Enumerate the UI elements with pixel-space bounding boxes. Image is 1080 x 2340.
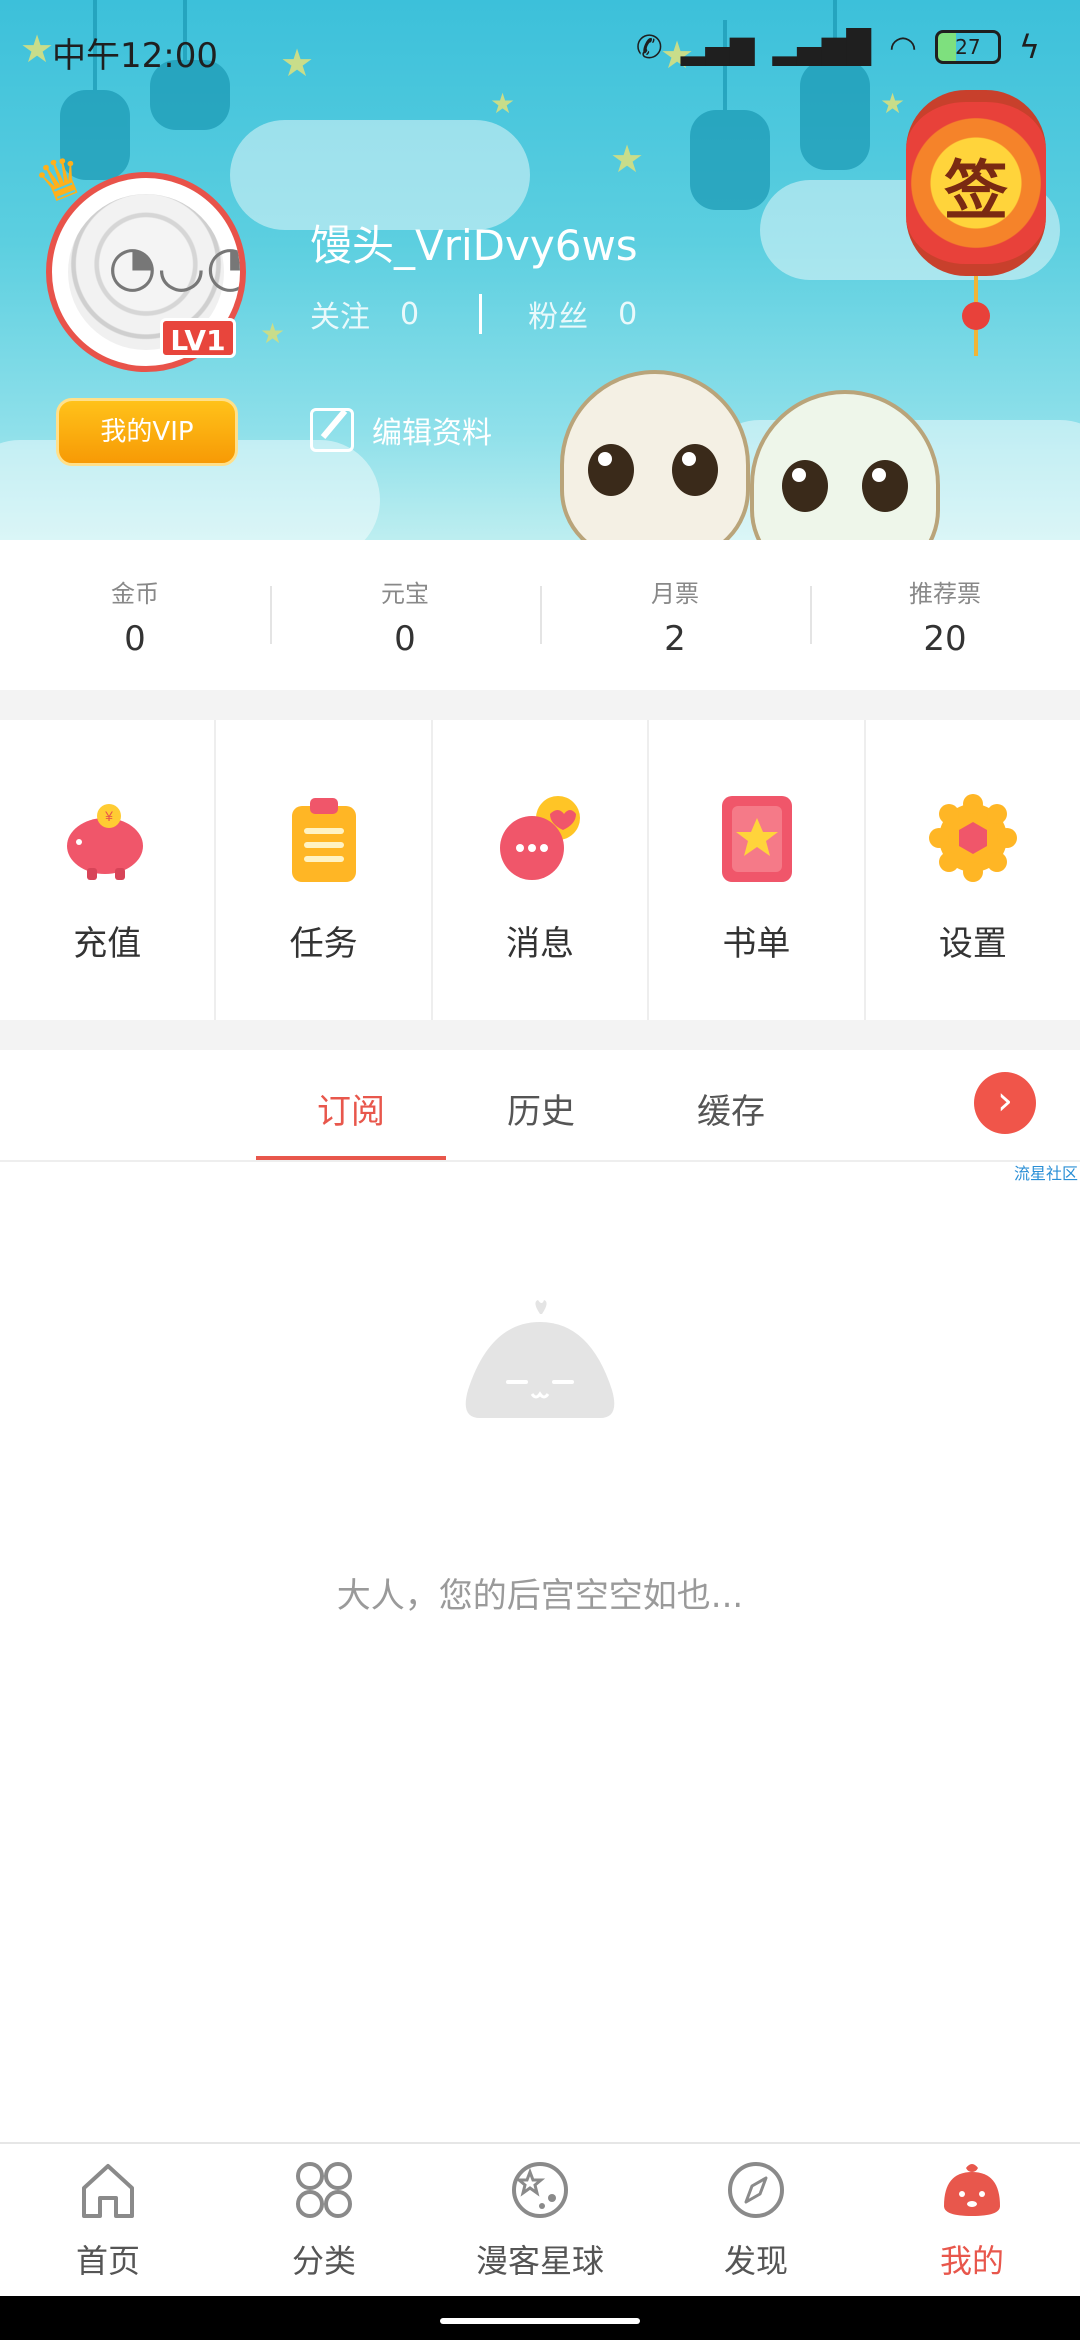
nav-mine[interactable]: 我的 <box>864 2144 1080 2296</box>
fans-label[interactable]: 粉丝 <box>528 292 588 336</box>
stat-label: 金币 <box>111 580 159 608</box>
battery-icon: 27 <box>934 30 1001 64</box>
nav-category[interactable]: 分类 <box>216 2144 432 2296</box>
feature-label: 消息 <box>506 924 575 964</box>
call-icon: ✆ <box>635 28 663 66</box>
system-navigation-bar <box>0 2296 1080 2340</box>
divider <box>479 294 483 334</box>
stat-value: 2 <box>664 619 686 659</box>
mascot-bun-left <box>560 370 750 540</box>
nav-label: 发现 <box>723 2242 788 2280</box>
stat-value: 0 <box>394 619 416 659</box>
my-vip-button[interactable]: 我的VIP <box>56 398 238 466</box>
nav-label: 首页 <box>75 2242 140 2280</box>
stat-label: 月票 <box>651 580 699 608</box>
feature-grid: ¥ 充值 任务 消息 书单 设置 <box>0 720 1080 1020</box>
section-gap <box>0 1020 1080 1050</box>
feature-label: 充值 <box>73 924 142 964</box>
nav-label: 漫客星球 <box>475 2242 604 2280</box>
profile-header: ★ ★ ★ ★ ★ ★ ★ 中午12:00 ✆ ▂▄▆ ▂▄▆█ ◠ 27 ϟ … <box>0 0 1080 540</box>
level-badge: LV1 <box>160 318 236 358</box>
hanging-lantern-decoration <box>690 20 770 210</box>
feature-messages[interactable]: 消息 <box>433 720 650 1020</box>
active-tab-indicator <box>256 1156 446 1160</box>
lantern-tassel <box>962 302 990 330</box>
edit-profile-button[interactable]: 编辑资料 <box>310 408 492 452</box>
compass-icon <box>728 2162 784 2218</box>
empty-mascot-icon <box>465 1300 615 1418</box>
empty-state-message: 大人，您的后宫空空如也... <box>336 1576 744 1616</box>
booklist-icon <box>722 796 793 882</box>
svg-text:¥: ¥ <box>104 808 113 824</box>
wifi-icon: ◠ <box>888 28 917 66</box>
stat-value: 0 <box>124 619 146 659</box>
piggy-bank-icon: ¥ <box>67 804 144 880</box>
chevron-right-icon[interactable]: › <box>974 1072 1036 1134</box>
tab-subscriptions[interactable]: 订阅 <box>256 1084 446 1133</box>
section-gap <box>0 690 1080 720</box>
sign-in-lantern-button[interactable]: 签 <box>906 90 1046 276</box>
stat-label: 元宝 <box>381 580 429 608</box>
planet-icon <box>512 2162 568 2218</box>
stat-monthly-tickets[interactable]: 月票 2 <box>540 540 810 690</box>
follow-stats: 关注 0 粉丝 0 <box>310 292 637 336</box>
feature-label: 书单 <box>722 924 791 964</box>
mascot-eye <box>862 460 908 512</box>
stat-gold-coins[interactable]: 金币 0 <box>0 540 270 690</box>
nav-planet[interactable]: 漫客星球 <box>432 2144 648 2296</box>
mine-bun-icon <box>944 2164 1000 2216</box>
star-icon: ★ <box>260 317 286 350</box>
message-bubble-icon <box>500 796 581 880</box>
bottom-navigation: 首页 分类 漫客星球 发现 我的 <box>0 2142 1080 2296</box>
category-grid-icon <box>296 2162 352 2218</box>
stat-label: 推荐票 <box>909 580 981 608</box>
mascot-bun-right <box>750 390 940 540</box>
fans-count[interactable]: 0 <box>618 297 637 332</box>
avatar-face-icon: ◔◡◔ <box>108 234 246 299</box>
feature-booklist[interactable]: 书单 <box>649 720 866 1020</box>
mascot-eye <box>782 460 828 512</box>
home-icon <box>82 2164 134 2218</box>
tab-cache[interactable]: 缓存 <box>636 1084 826 1133</box>
follow-label[interactable]: 关注 <box>310 292 370 336</box>
status-bar: 中午12:00 ✆ ▂▄▆ ▂▄▆█ ◠ 27 ϟ <box>0 0 1080 96</box>
username[interactable]: 馒头_VriDvy6ws <box>310 212 638 273</box>
gear-icon <box>928 794 1017 882</box>
charging-icon: ϟ <box>1018 28 1040 66</box>
feature-recharge[interactable]: ¥ 充值 <box>0 720 217 1020</box>
clipboard-icon <box>291 798 356 882</box>
currency-stats: 金币 0 元宝 0 月票 2 推荐票 20 <box>0 540 1080 690</box>
home-gesture-handle[interactable] <box>440 2318 640 2324</box>
nav-home[interactable]: 首页 <box>0 2144 216 2296</box>
nav-discover[interactable]: 发现 <box>648 2144 864 2296</box>
stat-recommend-tickets[interactable]: 推荐票 20 <box>810 540 1080 690</box>
feature-settings[interactable]: 设置 <box>866 720 1080 1020</box>
stat-yuanbao[interactable]: 元宝 0 <box>270 540 540 690</box>
edit-profile-label: 编辑资料 <box>372 416 492 451</box>
feature-tasks[interactable]: 任务 <box>216 720 433 1020</box>
feature-label: 任务 <box>289 924 358 964</box>
feature-label: 设置 <box>938 924 1007 964</box>
nav-label: 分类 <box>291 2242 356 2280</box>
edit-icon <box>310 408 354 452</box>
signal-icon: ▂▄▆█ <box>772 28 871 66</box>
mascot-eye <box>588 444 634 496</box>
community-link[interactable]: 流星社区 <box>1014 1160 1078 1184</box>
mascot-eye <box>672 444 718 496</box>
sign-in-label: 签 <box>944 155 1008 229</box>
nav-label: 我的 <box>939 2242 1004 2280</box>
status-icons: ✆ ▂▄▆ ▂▄▆█ ◠ 27 ϟ <box>636 28 1040 66</box>
mascot-illustration <box>560 360 980 540</box>
shelf-tabs: 订阅 历史 缓存 › <box>0 1050 1080 1162</box>
star-icon: ★ <box>610 137 645 181</box>
status-time: 中午12:00 <box>52 36 218 76</box>
signal-off-icon: ▂▄▆ <box>680 28 755 66</box>
follow-count[interactable]: 0 <box>400 297 419 332</box>
profile-page: ★ ★ ★ ★ ★ ★ ★ 中午12:00 ✆ ▂▄▆ ▂▄▆█ ◠ 27 ϟ … <box>0 0 1080 2340</box>
stat-value: 20 <box>923 619 967 659</box>
tab-history[interactable]: 历史 <box>446 1084 636 1133</box>
